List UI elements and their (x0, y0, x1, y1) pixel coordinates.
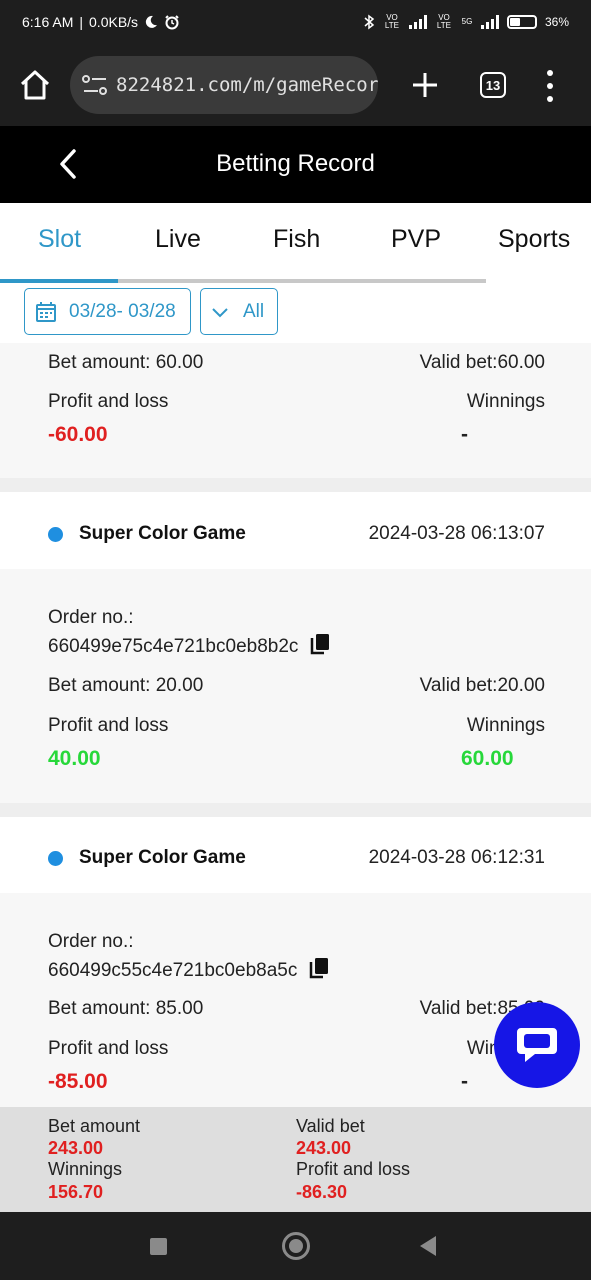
calendar-icon (36, 301, 56, 322)
network-tag-1: VO LTE (384, 13, 399, 30)
winnings-value: - (461, 423, 468, 446)
system-nav-bar (0, 1212, 591, 1280)
bet-amount-label: Bet amount: (48, 675, 151, 696)
recent-apps-icon[interactable] (150, 1238, 167, 1255)
winnings-label: Winnings (466, 715, 545, 736)
winnings-value: 60.00 (461, 747, 514, 770)
moon-icon (145, 15, 158, 28)
new-tab-icon[interactable] (408, 68, 442, 102)
valid-bet-label: Valid bet: (419, 352, 498, 373)
game-dot-icon (48, 527, 63, 542)
browser-toolbar: 8224821.com/m/gameRecord?r 13 (0, 44, 591, 126)
date-range-button[interactable]: 03/28- 03/28 (24, 288, 191, 335)
status-bar: 6:16 AM | 0.0KB/s VO LTE VO LTE 5G 36% (0, 0, 591, 44)
signal-icon-2 (480, 15, 499, 29)
valid-bet-value: 20.00 (497, 675, 545, 696)
record-divider (0, 803, 591, 817)
tab-live[interactable]: Live (155, 225, 201, 254)
date-range-text: 03/28- 03/28 (69, 300, 176, 322)
record-detail: Order no.: 660499c55c4e721bc0eb8a5c Bet … (0, 893, 591, 1107)
bet-amount-value: 60.00 (155, 352, 204, 373)
tab-switcher-button[interactable]: 13 (480, 72, 506, 98)
chevron-down-icon (212, 307, 228, 317)
url-text: 8224821.com/m/gameRecord?r (116, 74, 378, 96)
status-net-speed: 0.0KB/s (89, 14, 139, 30)
signal-icon (408, 15, 427, 29)
tab-sports[interactable]: Sports (498, 225, 570, 254)
type-filter-text: All (243, 300, 265, 322)
record-header: Super Color Game 2024-03-28 06:13:07 (0, 499, 591, 569)
game-dot-icon (48, 851, 63, 866)
game-datetime: 2024-03-28 06:13:07 (368, 523, 545, 544)
bet-amount-value: 20.00 (155, 675, 204, 696)
tab-count: 13 (485, 77, 501, 93)
summary-bet-amount-label: Bet amount (48, 1116, 141, 1136)
more-menu-icon[interactable] (542, 70, 558, 102)
record-detail: Order no.: 660499e75c4e721bc0eb8b2c Bet … (0, 569, 591, 803)
copy-icon[interactable] (310, 633, 330, 655)
profit-loss-value: 40.00 (48, 747, 101, 770)
summary-bet-amount-value: 243.00 (48, 1138, 104, 1158)
order-no-value: 660499c55c4e721bc0eb8a5c (48, 960, 298, 981)
tab-pvp[interactable]: PVP (391, 225, 441, 254)
valid-bet-label: Valid bet: (419, 998, 498, 1019)
battery-percent: 36% (544, 15, 569, 29)
order-no-label: Order no.: (48, 931, 134, 952)
status-time: 6:16 AM (22, 14, 74, 30)
summary-valid-bet-value: 243.00 (296, 1138, 352, 1158)
site-settings-icon[interactable] (80, 72, 110, 98)
summary-winnings-label: Winnings (48, 1159, 123, 1179)
summary-valid-bet-label: Valid bet (296, 1116, 365, 1136)
page-title: Betting Record (216, 150, 375, 177)
record-detail: Bet amount: 60.00 Valid bet:60.00 Profit… (0, 343, 591, 478)
profit-loss-label: Profit and loss (48, 391, 169, 412)
alarm-icon (165, 15, 179, 30)
order-no-label: Order no.: (48, 607, 134, 628)
summary-winnings-value: 156.70 (48, 1182, 104, 1202)
profit-loss-label: Profit and loss (48, 715, 169, 736)
network-tag-2: VO LTE (436, 13, 451, 30)
order-no-value: 660499e75c4e721bc0eb8b2c (48, 636, 299, 657)
summary-profit-loss-value: -86.30 (296, 1182, 348, 1202)
copy-icon[interactable] (309, 957, 329, 979)
valid-bet-label: Valid bet: (419, 675, 498, 696)
category-tabs: Slot Live Fish PVP Sports (0, 203, 591, 284)
game-datetime: 2024-03-28 06:12:31 (368, 847, 545, 868)
winnings-value: - (461, 1070, 468, 1093)
bet-amount-label: Bet amount: (48, 998, 151, 1019)
battery-icon (506, 15, 537, 29)
filter-bar: 03/28- 03/28 All (0, 283, 591, 343)
home-icon[interactable] (18, 68, 52, 102)
summary-panel: Bet amount 243.00 Valid bet 243.00 Winni… (0, 1107, 591, 1212)
tab-fish[interactable]: Fish (273, 225, 320, 254)
record-list: Bet amount: 60.00 Valid bet:60.00 Profit… (0, 343, 591, 1107)
network-type: 5G (461, 17, 473, 26)
page-header: Betting Record (0, 126, 591, 203)
record-divider (0, 478, 591, 492)
tab-slot[interactable]: Slot (38, 225, 81, 254)
profit-loss-value: -85.00 (48, 1070, 108, 1093)
chat-bubble-icon (517, 1028, 557, 1062)
game-name: Super Color Game (79, 523, 246, 544)
valid-bet-value: 60.00 (497, 352, 545, 373)
profit-loss-label: Profit and loss (48, 1038, 169, 1059)
live-chat-button[interactable] (494, 1002, 580, 1088)
record-header: Super Color Game 2024-03-28 06:12:31 (0, 823, 591, 893)
url-bar[interactable]: 8224821.com/m/gameRecord?r (70, 56, 378, 114)
summary-profit-loss-label: Profit and loss (296, 1159, 411, 1179)
app-root: 6:16 AM | 0.0KB/s VO LTE VO LTE 5G 36% 8… (0, 0, 591, 1280)
bet-amount-value: 85.00 (155, 998, 204, 1019)
back-triangle-icon[interactable] (420, 1236, 436, 1256)
profit-loss-value: -60.00 (48, 423, 108, 446)
type-filter-button[interactable]: All (200, 288, 278, 335)
status-left: 6:16 AM | 0.0KB/s (22, 14, 180, 30)
game-name: Super Color Game (79, 847, 246, 868)
bluetooth-icon (364, 14, 375, 30)
bet-amount-label: Bet amount: (48, 352, 151, 373)
status-right: VO LTE VO LTE 5G 36% (363, 14, 569, 30)
home-circle-icon[interactable] (282, 1232, 310, 1260)
winnings-label: Winnings (466, 391, 545, 412)
